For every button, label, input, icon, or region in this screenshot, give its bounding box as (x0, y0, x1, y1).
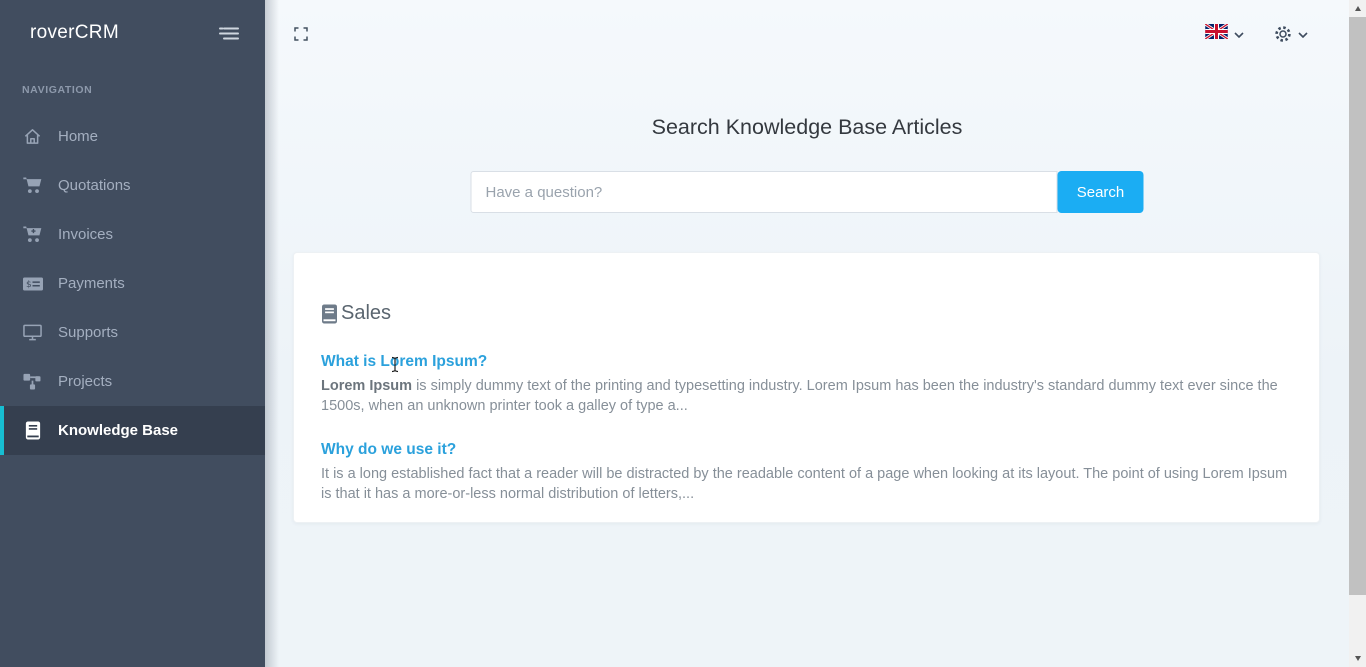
sidebar-item-home[interactable]: Home (0, 112, 265, 161)
sidebar-item-label: Payments (58, 275, 125, 292)
kb-search-bar: Search (471, 171, 1144, 213)
sidebar-item-label: Supports (58, 324, 118, 341)
sidebar-item-quotations[interactable]: Quotations (0, 161, 265, 210)
uk-flag-icon (1205, 24, 1228, 44)
scrollbar-thumb[interactable] (1349, 17, 1366, 595)
scroll-down-button[interactable] (1349, 650, 1366, 667)
sidebar-item-label: Home (58, 128, 98, 145)
chevron-down-icon (1234, 25, 1244, 43)
article-excerpt: Lorem Ipsum is simply dummy text of the … (321, 377, 1292, 416)
expand-icon[interactable] (294, 27, 308, 41)
topbar-right (1205, 24, 1308, 44)
sidebar-nav: Home Quotations Invoices (0, 112, 265, 455)
gear-icon (1274, 25, 1292, 43)
article-link[interactable]: Why do we use it? (321, 441, 456, 459)
cart-plus-icon (22, 226, 43, 243)
sidebar-item-label: Projects (58, 373, 112, 390)
article-excerpt-lead: Lorem Ipsum (321, 378, 412, 394)
sidebar-item-projects[interactable]: Projects (0, 357, 265, 406)
desktop-icon (22, 324, 43, 341)
book-icon (22, 421, 43, 440)
sidebar: roverCRM NAVIGATION Home Quotati (0, 0, 265, 667)
sidebar-item-knowledge-base[interactable]: Knowledge Base (0, 406, 265, 455)
book-icon (321, 304, 338, 324)
shopping-cart-icon (22, 177, 43, 194)
home-icon (22, 127, 43, 146)
category-header: Sales (321, 302, 1292, 325)
sidebar-item-supports[interactable]: Supports (0, 308, 265, 357)
category-title: Sales (341, 302, 391, 325)
article-excerpt-text: is simply dummy text of the printing and… (321, 378, 1278, 414)
sidebar-item-payments[interactable]: $ Payments (0, 259, 265, 308)
sitemap-icon (22, 373, 43, 391)
sidebar-toggle-icon[interactable] (218, 25, 241, 42)
article-excerpt-text: It is a long established fact that a rea… (321, 466, 1287, 502)
scroll-up-button[interactable] (1349, 0, 1366, 17)
article-link[interactable]: What is Lorem Ipsum? (321, 353, 487, 371)
sidebar-section-label: NAVIGATION (22, 84, 265, 96)
sidebar-item-label: Invoices (58, 226, 113, 243)
search-button[interactable]: Search (1058, 171, 1144, 213)
kb-article: Why do we use it? It is a long establish… (321, 441, 1292, 504)
settings-dropdown[interactable] (1274, 25, 1308, 43)
page-title: Search Knowledge Base Articles (265, 115, 1349, 140)
chevron-down-icon (1298, 25, 1308, 43)
main-content: Search Knowledge Base Articles Search Sa… (265, 0, 1349, 667)
language-dropdown[interactable] (1205, 24, 1244, 44)
money-check-icon: $ (22, 277, 43, 291)
kb-category-card: Sales What is Lorem Ipsum? Lorem Ipsum i… (293, 252, 1320, 523)
article-excerpt: It is a long established fact that a rea… (321, 465, 1292, 504)
brand-logo[interactable]: roverCRM (30, 22, 119, 44)
svg-text:$: $ (26, 280, 32, 290)
sidebar-header: roverCRM (0, 0, 265, 44)
search-input[interactable] (471, 171, 1058, 213)
kb-article: What is Lorem Ipsum? Lorem Ipsum is simp… (321, 353, 1292, 416)
vertical-scrollbar[interactable] (1349, 0, 1366, 667)
sidebar-item-label: Quotations (58, 177, 131, 194)
topbar (265, 0, 1349, 70)
sidebar-item-label: Knowledge Base (58, 422, 178, 439)
sidebar-item-invoices[interactable]: Invoices (0, 210, 265, 259)
